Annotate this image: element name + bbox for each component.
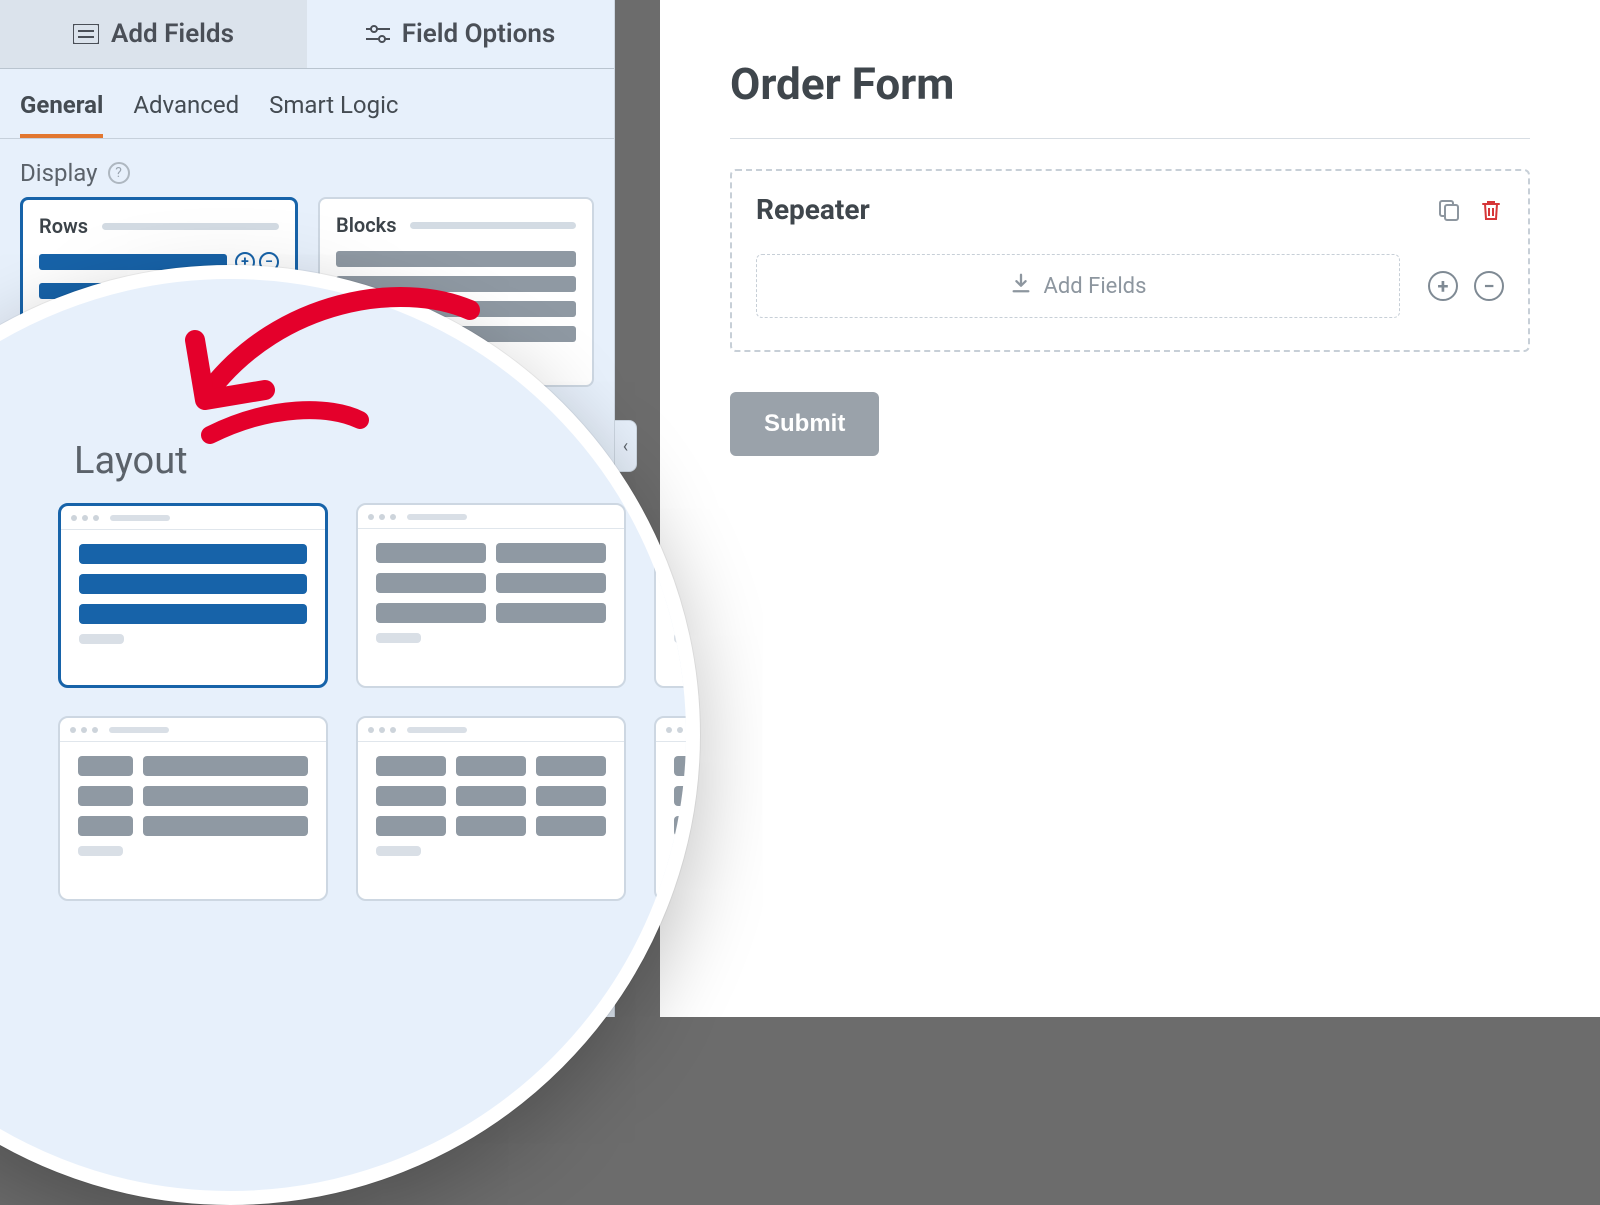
layout-option-1-2[interactable] <box>58 716 328 901</box>
duplicate-icon[interactable] <box>1436 197 1462 223</box>
display-section-label: Display ? <box>0 139 614 197</box>
repeater-field[interactable]: Repeater Add Fields <box>730 169 1530 352</box>
repeater-drop-label: Add Fields <box>1044 274 1147 299</box>
form-preview: Order Form Repeater <box>660 0 1600 1017</box>
header-bar <box>102 223 279 230</box>
secondary-tabs: General Advanced Smart Logic <box>0 69 614 139</box>
subtab-general[interactable]: General <box>20 91 103 138</box>
download-icon <box>1010 272 1032 300</box>
repeater-remove-button[interactable]: − <box>1474 271 1504 301</box>
top-tabs: Add Fields Field Options <box>0 0 614 69</box>
display-rows-label: Rows <box>39 214 88 238</box>
layout-options <box>38 503 690 901</box>
tab-add-fields-label: Add Fields <box>111 19 234 49</box>
submit-button[interactable]: Submit <box>730 392 879 456</box>
tab-field-options-label: Field Options <box>402 19 556 49</box>
subtab-advanced[interactable]: Advanced <box>133 91 239 138</box>
repeater-add-button[interactable]: + <box>1428 271 1458 301</box>
repeater-drop-area[interactable]: Add Fields <box>756 254 1400 318</box>
header-bar <box>410 222 576 229</box>
layout-section-label: Layout <box>38 289 690 503</box>
subtab-smart-logic[interactable]: Smart Logic <box>269 91 398 138</box>
layout-option-3col[interactable] <box>356 716 626 901</box>
layout-option-2col[interactable] <box>356 503 626 688</box>
tab-field-options[interactable]: Field Options <box>307 0 614 68</box>
help-icon[interactable]: ? <box>108 162 130 184</box>
title-rule <box>730 138 1530 139</box>
trash-icon[interactable] <box>1478 197 1504 223</box>
display-blocks-label: Blocks <box>336 213 396 237</box>
layout-option-1col[interactable] <box>58 503 328 688</box>
sliders-icon <box>366 24 390 44</box>
display-label-text: Display <box>20 159 98 187</box>
magnifier-overlay: Layout <box>0 265 700 1205</box>
app-stage: Add Fields Field Options General Advance… <box>0 0 1600 1017</box>
form-list-icon <box>73 24 99 44</box>
form-title: Order Form <box>730 58 1530 110</box>
tab-add-fields[interactable]: Add Fields <box>0 0 307 68</box>
repeater-title: Repeater <box>756 193 870 226</box>
